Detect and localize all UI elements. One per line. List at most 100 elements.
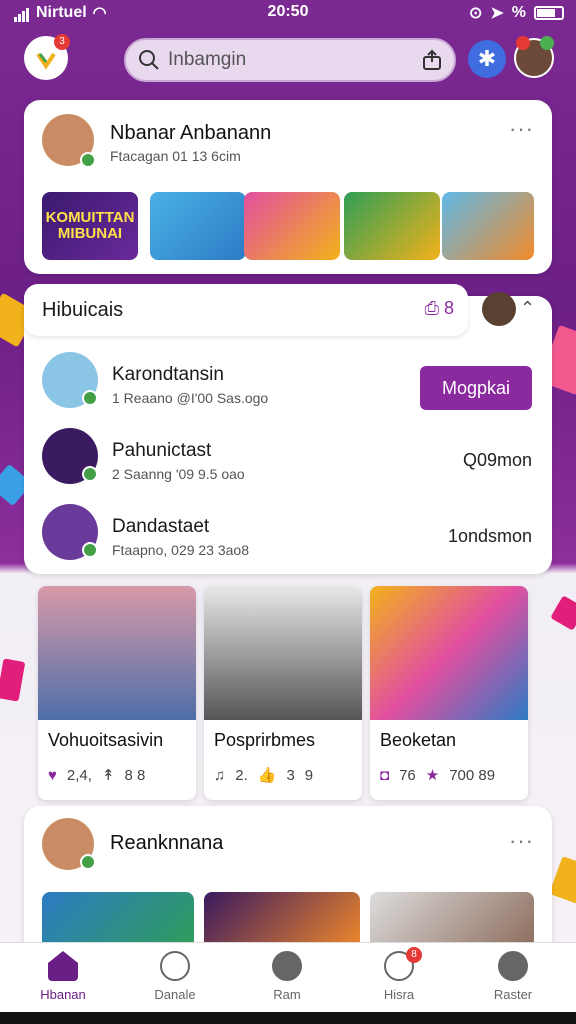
post-title: Beoketan <box>380 730 457 750</box>
battery-icon <box>534 6 564 20</box>
time-label: Q09mon <box>462 450 532 470</box>
bell-icon: 8 <box>384 947 422 981</box>
avatar[interactable] <box>482 292 516 326</box>
verified-icon <box>80 152 96 168</box>
user-name: Karondtansin <box>112 364 224 385</box>
post-card[interactable]: Posprirbmes ♫ 2. 👍 3 9 <box>204 586 362 800</box>
location-icon: ➤ <box>490 5 504 22</box>
lock-rotation-icon: ⊙ <box>468 5 483 22</box>
verified-icon <box>82 542 98 558</box>
list-item[interactable]: Dandastaet Ftaapno, 029 23 3ao8 1ondsmon <box>24 500 552 574</box>
post-image <box>204 586 362 720</box>
carrier: Nirtuel ◠ <box>14 3 107 23</box>
share-icon[interactable] <box>422 49 442 71</box>
user-name: Dandastaet <box>112 516 210 537</box>
post-stats: ◘ 76 ★ 700 89 <box>380 766 496 785</box>
user-name: Pahunictast <box>112 440 212 461</box>
clock: 20:50 <box>267 3 309 20</box>
post-stats: ♫ 2. 👍 3 9 <box>214 766 314 785</box>
verified-icon <box>80 854 96 870</box>
likes-count: 2,4, <box>66 766 92 784</box>
nav-label: Hbanan <box>40 987 86 1002</box>
thumbnail-caption: KOMUITTAN MIBUNAI <box>45 208 135 242</box>
thumbs-up-icon[interactable]: 👍 <box>258 766 277 784</box>
user-meta: 1 Reaano @I'00 Sas.ogo <box>112 390 269 406</box>
list-item[interactable]: Pahunictast 2 Saanng '09 9.5 oao Q09mon <box>24 424 552 498</box>
nav-label: Raster <box>493 987 533 1002</box>
nav-explore[interactable]: Danale <box>130 951 220 1002</box>
media-thumbnail[interactable] <box>244 192 340 260</box>
compose-button[interactable]: ✱ <box>468 40 506 78</box>
list-item[interactable]: Karondtansin 1 Reaano @I'00 Sas.ogo Mogp… <box>24 348 552 422</box>
status-bar: Nirtuel ◠ 20:50 ⊙ ➤ % <box>0 0 576 26</box>
app-logo-button[interactable]: 3 <box>24 34 70 80</box>
profile-name: Nbanar Anbanann <box>110 122 272 144</box>
pen-icon <box>272 951 302 981</box>
search-bar[interactable] <box>124 38 456 82</box>
shares-count: 8 8 <box>124 766 146 784</box>
compass-icon <box>160 951 190 981</box>
section-title: Hibuicais <box>42 299 124 321</box>
post-author: Reanknnana <box>110 832 224 854</box>
suggestions-card: Karondtansin 1 Reaano @I'00 Sas.ogo Mogp… <box>24 296 552 574</box>
post-card[interactable]: Vohuoitsasivin ♥ 2,4, ↟ 8 8 <box>38 586 196 800</box>
post-image <box>38 586 196 720</box>
chevron-up-icon[interactable]: ⌃ <box>520 298 535 319</box>
star-icon: ✱ <box>477 46 497 71</box>
nav-label: Danale <box>154 987 196 1002</box>
star-icon[interactable]: ★ <box>426 766 439 784</box>
user-icon <box>498 951 528 981</box>
search-input[interactable] <box>168 49 422 71</box>
section-header: Hibuicais ⎙ 8 <box>24 284 468 336</box>
nav-profile[interactable]: Raster <box>468 951 558 1002</box>
follow-button[interactable]: Mogpkai <box>420 366 532 410</box>
profile-card: Nbanar Anbanann Ftacagan 01 13 6cim ··· … <box>24 100 552 274</box>
media-thumbnail[interactable] <box>442 192 534 260</box>
home-icon <box>48 951 78 981</box>
badge-icon[interactable]: ◘ <box>380 767 389 784</box>
more-options-icon[interactable]: ··· <box>509 116 534 142</box>
views-count: 76 <box>399 766 416 784</box>
status-icons: ⊙ ➤ % <box>469 3 564 23</box>
user-meta: 2 Saanng '09 9.5 oao <box>112 466 245 482</box>
profile-subtitle: Ftacagan 01 13 6cim <box>110 148 241 164</box>
stars-count: 700 89 <box>449 766 496 784</box>
nav-notifications[interactable]: 8 Hisra <box>354 947 444 1002</box>
nav-create[interactable]: Ram <box>242 951 332 1002</box>
time-label: 1ondsmon <box>447 526 532 546</box>
top-bar: 3 ✱ <box>0 34 576 84</box>
nav-label: Hisra <box>383 987 415 1002</box>
post-stats: ♥ 2,4, ↟ 8 8 <box>48 766 146 785</box>
profile-avatar-button[interactable] <box>514 36 554 78</box>
share-icon[interactable]: ↟ <box>102 766 115 784</box>
likes-count: 3 <box>286 766 295 784</box>
nav-label: Ram <box>273 987 301 1002</box>
post-card[interactable]: Beoketan ◘ 76 ★ 700 89 <box>370 586 528 800</box>
media-thumbnail[interactable] <box>344 192 440 260</box>
comments-count: 9 <box>304 766 314 784</box>
post-title: Posprirbmes <box>214 730 316 750</box>
battery-percent: % <box>511 4 526 21</box>
share-icon: ⎙ <box>424 298 439 318</box>
music-icon[interactable]: ♫ <box>214 767 225 784</box>
home-indicator <box>0 1012 576 1024</box>
alert-badge <box>516 36 530 50</box>
notification-badge: 3 <box>54 34 70 50</box>
nav-home[interactable]: Hbanan <box>18 951 108 1002</box>
bottom-nav: Hbanan Danale Ram 8 Hisra Raster <box>0 942 576 1012</box>
share-count[interactable]: ⎙ 8 <box>425 298 454 319</box>
more-options-icon[interactable]: ··· <box>509 828 534 854</box>
notification-badge: 8 <box>406 947 422 963</box>
media-thumbnail[interactable] <box>150 192 246 260</box>
verified-icon <box>82 466 98 482</box>
wifi-icon: ◠ <box>92 5 107 22</box>
post-title: Vohuoitsasivin <box>48 730 164 750</box>
app-logo-icon <box>36 52 56 70</box>
post-image <box>370 586 528 720</box>
user-meta: Ftaapno, 029 23 3ao8 <box>112 542 250 558</box>
count-value: 8 <box>443 298 454 318</box>
media-thumbnail[interactable]: KOMUITTAN MIBUNAI <box>42 192 138 260</box>
heart-icon[interactable]: ♥ <box>48 767 57 784</box>
online-badge <box>540 36 554 50</box>
post-card: Reanknnana ··· <box>24 806 552 956</box>
